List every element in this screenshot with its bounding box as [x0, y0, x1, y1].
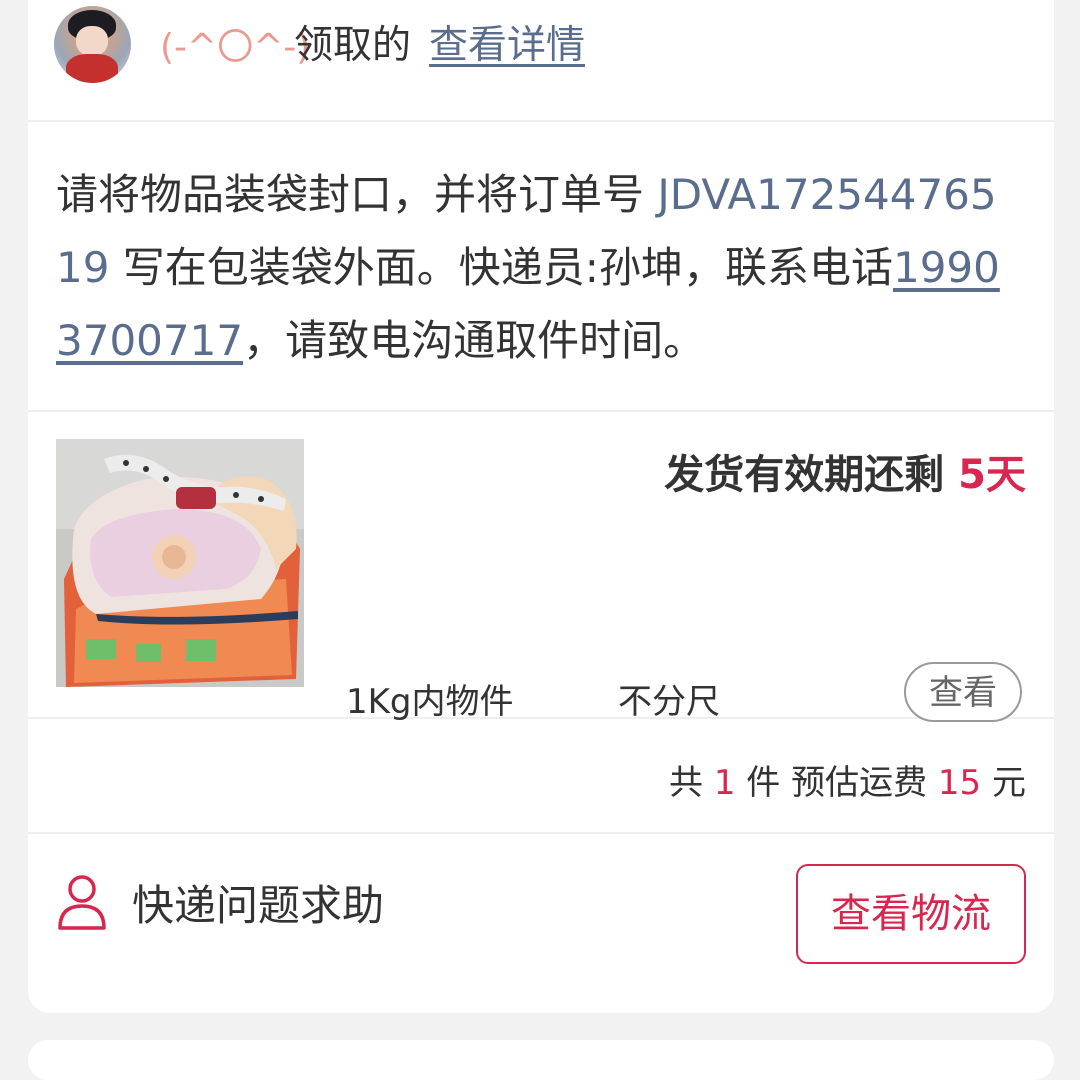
summary-text: 共 1 件 预估运费 15 元: [669, 763, 1026, 803]
order-card: (-^〇^-) 领取的 查看详情 请将物品装袋封口，并将订单号 JDVA1725…: [28, 0, 1054, 1013]
received-text: 领取的: [294, 23, 412, 68]
courier-help-link[interactable]: 快递问题求助: [56, 872, 384, 932]
user-nickname: (-^〇^-): [160, 27, 311, 68]
view-detail-link[interactable]: 查看详情: [429, 14, 585, 70]
pickup-instruction: 请将物品装袋封口，并将订单号 JDVA17254476519 写在包装袋外面。快…: [28, 122, 1054, 412]
item-count: 1: [713, 763, 736, 803]
avatar[interactable]: [54, 6, 131, 83]
product-section: 发货有效期还剩 5天 1Kg内物件 不分尺 查看: [28, 412, 1054, 722]
freight-amount: 15: [937, 763, 982, 803]
instruction-text: 请将物品装袋封口，并将订单号 JDVA17254476519 写在包装袋外面。快…: [56, 170, 1000, 365]
help-label: 快递问题求助: [132, 880, 385, 930]
product-image[interactable]: [56, 439, 304, 687]
person-icon: [58, 875, 106, 930]
iron-photo-icon: [56, 439, 304, 687]
next-card-edge: [28, 1040, 1054, 1080]
size-spec: 不分尺: [618, 682, 720, 722]
order-summary: 共 1 件 预估运费 15 元: [28, 719, 1054, 834]
ship-validity: 发货有效期还剩 5天: [664, 452, 1026, 498]
card-header: (-^〇^-) 领取的 查看详情: [28, 0, 1054, 122]
card-footer: 快递问题求助 查看物流: [28, 834, 1054, 1013]
validity-days: 5天: [958, 452, 1026, 498]
view-button[interactable]: 查看: [904, 662, 1022, 722]
view-logistics-button[interactable]: 查看物流: [796, 864, 1026, 964]
weight-spec: 1Kg内物件: [346, 682, 514, 722]
